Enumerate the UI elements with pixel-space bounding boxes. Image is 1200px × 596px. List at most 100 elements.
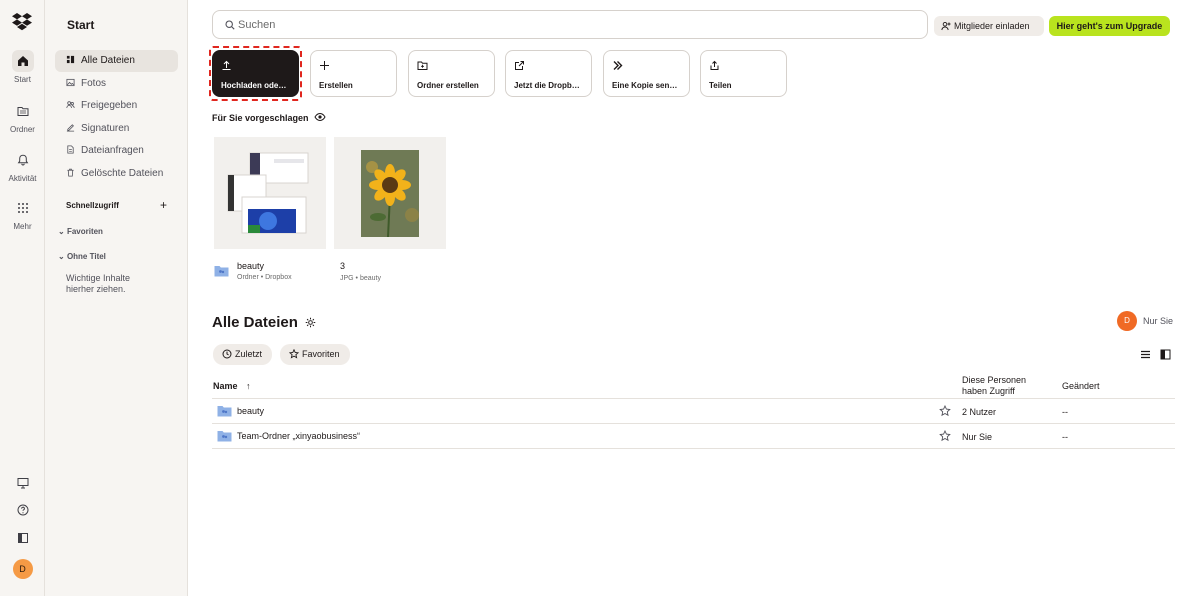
clock-icon — [222, 349, 232, 359]
file-name[interactable]: Team-Ordner „xinyaobusiness“ — [237, 431, 360, 441]
rail-item-aktivitaet[interactable]: Aktivität — [0, 149, 45, 183]
shared-folder-icon — [217, 406, 232, 417]
help-button[interactable] — [0, 504, 45, 519]
search-bar[interactable] — [212, 10, 928, 39]
list-view-icon[interactable] — [1140, 349, 1151, 360]
sort-up-icon: ↑ — [246, 381, 251, 391]
suggestion-name: beauty — [237, 261, 265, 271]
files-heading: Alle Dateien — [212, 314, 298, 331]
untitled-section-toggle[interactable]: ⌄ Ohne Titel — [58, 252, 106, 261]
suggestion-card-3[interactable] — [334, 137, 446, 249]
action-label: Erstellen — [319, 81, 353, 90]
sidebar-item-label: Freigegeben — [81, 100, 138, 111]
sidebar-title: Start — [67, 18, 95, 32]
divider — [212, 448, 1175, 449]
add-user-icon — [941, 21, 951, 31]
eye-icon[interactable] — [314, 112, 326, 122]
suggestion-card-beauty[interactable] — [214, 137, 326, 249]
sidebar-item-signaturen[interactable]: Signaturen — [55, 118, 178, 140]
action-label: Eine Kopie sen… — [612, 81, 678, 90]
photo-icon — [66, 78, 75, 86]
desktop-app-button[interactable] — [0, 477, 45, 492]
team-folder-icon — [217, 431, 232, 442]
sidebar-item-label: Dateianfragen — [81, 145, 144, 156]
rail-item-mehr[interactable]: Mehr — [0, 197, 45, 231]
file-request-icon — [67, 145, 74, 154]
sidebar-toggle-icon — [17, 533, 28, 543]
rail-item-ordner[interactable]: Ordner — [0, 100, 45, 134]
app-rail: Start Ordner Aktivität Mehr D — [0, 0, 45, 596]
grid-icon — [12, 197, 34, 219]
access-value: Nur Sie — [962, 432, 993, 442]
sidebar: Start Alle Dateien Fotos Freigegeben Sig… — [45, 0, 188, 596]
info-panel-icon[interactable] — [1160, 349, 1171, 360]
create-button[interactable]: Erstellen — [310, 50, 397, 97]
monitor-icon — [17, 478, 28, 489]
account-button[interactable]: D — [0, 559, 45, 579]
column-header-changed[interactable]: Geändert — [1062, 381, 1100, 391]
panel-toggle-button[interactable] — [0, 532, 45, 547]
changed-value: -- — [1062, 407, 1068, 417]
table-row[interactable]: Team-Ordner „xinyaobusiness“ Nur Sie -- — [212, 424, 1175, 449]
star-icon — [289, 349, 299, 359]
sidebar-item-freigegeben[interactable]: Freigegeben — [55, 95, 178, 117]
external-link-icon — [514, 60, 526, 72]
search-icon — [225, 20, 235, 30]
file-name[interactable]: beauty — [237, 406, 264, 416]
search-input[interactable] — [238, 17, 838, 33]
sunflower-photo — [334, 137, 446, 249]
share-button[interactable]: Teilen — [700, 50, 787, 97]
rail-label: Aktivität — [8, 174, 37, 183]
create-folder-button[interactable]: Ordner erstellen — [408, 50, 495, 97]
action-label: Jetzt die Dropb… — [514, 81, 580, 90]
action-label: Teilen — [709, 81, 732, 90]
home-icon — [11, 50, 34, 72]
folder-icon — [12, 100, 34, 122]
star-icon[interactable] — [939, 405, 951, 417]
quick-access-heading: Schnellzugriff — [66, 201, 119, 210]
sidebar-item-geloeschte-dateien[interactable]: Gelöschte Dateien — [55, 163, 178, 185]
table-row[interactable]: beauty 2 Nutzer -- — [212, 399, 1175, 424]
owner-label: Nur Sie — [1143, 316, 1174, 326]
rail-item-start[interactable]: Start — [0, 50, 45, 84]
try-dropbox-button[interactable]: Jetzt die Dropb… — [505, 50, 592, 97]
filter-recent-button[interactable]: Zuletzt — [213, 344, 273, 365]
sidebar-item-label: Alle Dateien — [81, 55, 135, 66]
sidebar-item-label: Gelöschte Dateien — [81, 168, 164, 179]
suggestion-meta: JPG • beauty — [340, 275, 381, 282]
send-copy-button[interactable]: Eine Kopie sen… — [603, 50, 690, 97]
action-label: Ordner erstellen — [417, 81, 479, 90]
sidebar-item-label: Signaturen — [81, 123, 130, 134]
favorites-section-toggle[interactable]: ⌄ Favoriten — [58, 227, 103, 236]
drop-hint: Wichtige Inhalte hierher ziehen. — [66, 273, 131, 294]
transfer-icon — [612, 60, 624, 72]
chevron-down-icon: ⌄ — [58, 227, 65, 236]
folder-preview-image — [214, 137, 326, 249]
sidebar-item-fotos[interactable]: Fotos — [55, 73, 178, 95]
sidebar-item-label: Fotos — [81, 78, 107, 89]
sidebar-item-dateianfragen[interactable]: Dateianfragen — [55, 140, 178, 162]
access-value: 2 Nutzer — [962, 407, 997, 417]
gear-icon[interactable] — [305, 317, 316, 328]
star-icon[interactable] — [939, 430, 951, 442]
suggestion-name: 3 — [340, 261, 346, 271]
rail-label: Start — [14, 75, 31, 84]
column-header-name[interactable]: Name ↑ — [213, 381, 251, 391]
filter-favorites-button[interactable]: Favoriten — [280, 344, 350, 365]
help-icon — [17, 504, 28, 516]
untitled-heading: Ohne Titel — [66, 252, 106, 261]
highlight-frame — [209, 46, 302, 101]
files-icon — [66, 55, 75, 63]
invite-members-button[interactable]: Mitglieder einladen — [934, 16, 1044, 36]
suggestion-meta: Ordner • Dropbox — [237, 274, 292, 281]
share-icon — [709, 60, 721, 72]
upgrade-button[interactable]: Hier geht's zum Upgrade — [1049, 16, 1170, 36]
bell-icon — [12, 149, 34, 171]
column-header-access[interactable]: Diese Personen haben Zugriff — [962, 375, 1042, 397]
new-folder-icon — [417, 60, 429, 72]
suggestions-heading: Für Sie vorgeschlagen — [212, 113, 309, 123]
sidebar-item-alle-dateien[interactable]: Alle Dateien — [55, 50, 178, 72]
add-quick-access-icon[interactable]: + — [160, 198, 167, 212]
owner-avatar[interactable]: D — [1117, 311, 1137, 331]
dropbox-logo-icon[interactable] — [12, 13, 32, 31]
